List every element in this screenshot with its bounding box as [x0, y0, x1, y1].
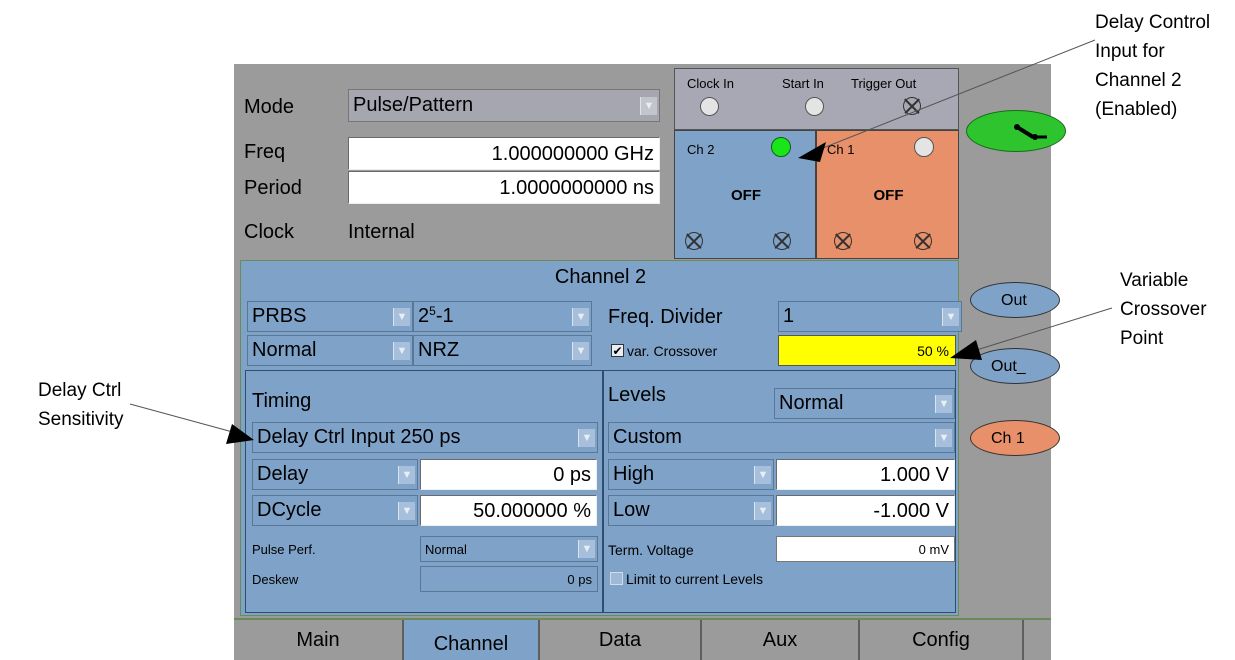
- crossover-leader-line: [969, 307, 1113, 353]
- sensitivity-arrowhead-icon: [226, 424, 254, 444]
- crossover-arrowhead-icon: [950, 340, 982, 360]
- annotation-arrows: [129, 39, 1113, 444]
- sensitivity-leader-line: [129, 403, 241, 435]
- delay-control-leader-line: [817, 39, 1096, 151]
- delay-control-arrowhead-icon: [798, 142, 826, 162]
